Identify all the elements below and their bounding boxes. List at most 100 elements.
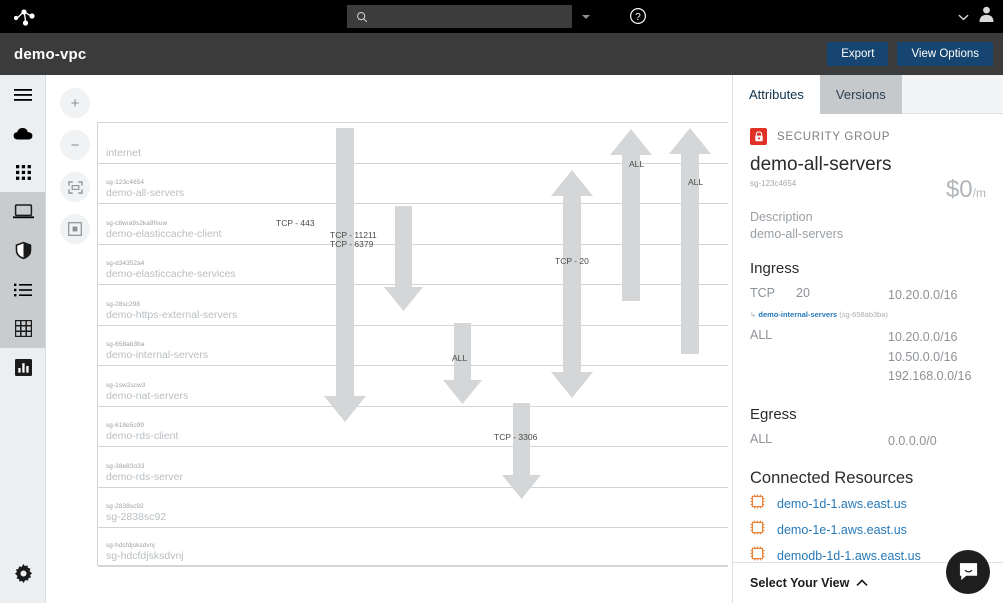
security-group-name: demo-elasticcache-services — [106, 268, 236, 280]
cloud-icon[interactable] — [0, 114, 46, 153]
security-group-id: sg-hdcfdjsksdvnj — [106, 542, 155, 549]
security-group-row[interactable]: sg-1sw2scw3 demo-nat-servers — [98, 366, 728, 407]
panel-tabs: Attributes Versions — [733, 75, 1003, 114]
shield-icon[interactable] — [0, 231, 46, 270]
network-nodes-logo[interactable] — [0, 0, 50, 33]
rule-row: ALL 10.20.0.0/16 10.50.0.0/16 192.168.0.0/1… — [750, 328, 986, 386]
rule-cidr: 10.20.0.0/16 — [888, 330, 958, 345]
search-input[interactable] — [374, 10, 564, 23]
security-group-id: sg-d34352a4 — [106, 260, 145, 267]
price-unit: /m — [972, 186, 986, 200]
top-bar: ? — [0, 0, 1003, 33]
list-icon[interactable] — [0, 270, 46, 309]
apps-grid-icon[interactable] — [0, 153, 46, 192]
security-group-row[interactable]: sg-c8wıa9s2ka9fiıuw demo-elasticcache-cli… — [98, 204, 728, 245]
chat-bubble-icon[interactable] — [946, 550, 990, 594]
rule-cidr: 192.168.0.0/16 — [888, 369, 972, 384]
security-group-row[interactable]: sg-38e83o33 demo-rds-server — [98, 447, 728, 488]
security-group-id: sg-c8wıa9s2ka9fiıuw — [106, 220, 168, 227]
search-area — [347, 5, 591, 28]
tab-attributes[interactable]: Attributes — [733, 75, 820, 114]
rule-source: ↳ demo-internal-servers (sg-658ab3ba) — [750, 310, 986, 319]
security-group-row[interactable]: sg-2838sc92 sg-2838sc92 — [98, 488, 728, 528]
connection-label: TCP - 20 — [555, 256, 589, 266]
security-group-id: sg-2838sc92 — [106, 503, 144, 510]
rule-protocol: ALL — [750, 328, 773, 343]
rule-protocol: ALL — [750, 431, 773, 446]
security-group-id: sg-38e83o33 — [106, 463, 145, 470]
rule-cidr-list: 10.20.0.0/16 10.50.0.0/16 192.168.0.0/16 — [888, 328, 971, 386]
security-group-name: demo-internal-servers — [106, 349, 209, 361]
select-your-view-label: Select Your View — [750, 576, 850, 590]
tab-versions[interactable]: Versions — [819, 75, 902, 114]
security-group-name: internet — [106, 147, 142, 159]
resource-type-badge: SECURITY GROUP — [750, 128, 986, 145]
chart-icon[interactable] — [0, 348, 46, 387]
connection-label: ALL — [688, 177, 704, 187]
gear-icon[interactable] — [0, 554, 46, 593]
security-group-row[interactable]: sg-hdcfdjsksdvnj sg-hdcfdjsksdvnj — [98, 528, 728, 567]
security-group-id: sg-658ab3ba — [106, 341, 145, 348]
security-group-name: sg-hdcfdjsksdvnj — [106, 550, 184, 562]
price-amount: $0 — [945, 176, 973, 203]
security-group-row[interactable]: sg-28sc298 demo-https-external-servers — [98, 285, 728, 326]
ingress-heading: Ingress — [750, 260, 800, 277]
rule-source-id: (sg-658ab3ba) — [837, 310, 889, 320]
details-panel: Attributes Versions SECURITY GROUP demo-… — [732, 75, 1003, 603]
price-label: $0/m — [946, 176, 986, 204]
security-group-row[interactable]: sg-d34352a4 demo-elasticcache-services — [98, 245, 728, 285]
security-group-id: sg-1sw2scw3 — [106, 382, 146, 389]
sub-bar: demo-vpc Export View Options — [0, 33, 1003, 75]
laptop-icon[interactable] — [0, 192, 46, 231]
help-circle-icon[interactable]: ? — [629, 7, 647, 30]
view-options-button[interactable]: View Options — [897, 42, 993, 66]
table-icon[interactable] — [0, 309, 46, 348]
connection-label: TCP - 11211 TCP - 6379 — [330, 230, 377, 249]
instance-icon — [750, 494, 765, 514]
security-group-row[interactable]: sg-123c4654 demo-all-servers — [98, 164, 728, 204]
export-button[interactable]: Export — [827, 42, 889, 66]
security-group-name: demo-all-servers — [106, 187, 185, 199]
security-group-id: sg-618e5c99 — [106, 422, 145, 429]
zoom-in-button[interactable]: + — [60, 88, 90, 118]
connection-label: ALL — [452, 353, 468, 363]
chevron-up-icon — [856, 574, 868, 592]
security-group-row[interactable]: sg-618e5c99 demo-rds-client — [98, 407, 728, 447]
security-group-name: demo-https-external-servers — [106, 309, 238, 321]
connected-resource-link[interactable]: demo-1e-1.aws.east.us — [777, 523, 907, 537]
search-caret-down-icon[interactable] — [581, 8, 591, 26]
connection-label: TCP - 3306 — [494, 432, 538, 442]
connected-resource-item[interactable]: demo-1d-1.aws.east.us — [750, 494, 986, 514]
rule-protocol: TCP — [750, 286, 775, 300]
search-icon — [356, 11, 368, 22]
diagram-canvas[interactable]: + − internet sg-123c4654 demo-all-servers s… — [46, 75, 732, 603]
rule-cidr: 0.0.0.0/0 — [888, 433, 937, 448]
center-target-icon[interactable] — [60, 214, 90, 244]
rule-port — [796, 328, 888, 386]
security-group-name: sg-2838sc92 — [106, 511, 167, 523]
security-group-name: demo-elasticcache-client — [106, 228, 222, 240]
connected-resource-item[interactable]: demo-1e-1.aws.east.us — [750, 520, 986, 540]
connected-resource-link[interactable]: demo-1d-1.aws.east.us — [777, 497, 907, 511]
lock-icon — [750, 128, 767, 145]
page-title: demo-vpc — [14, 45, 87, 63]
rule-row: TCP 20 10.20.0.0/16 — [750, 286, 986, 305]
user-avatar-icon[interactable] — [978, 5, 995, 28]
account-chevron-down-icon[interactable] — [958, 8, 969, 26]
menu-icon[interactable] — [0, 75, 46, 114]
badge-label: SECURITY GROUP — [777, 130, 891, 143]
rule-port — [796, 432, 888, 451]
rule-cidr: 10.50.0.0/16 — [888, 349, 958, 364]
security-group-row[interactable]: sg-658ab3ba demo-internal-servers — [98, 326, 728, 366]
egress-rules: ALL 0.0.0.0/0 — [750, 432, 986, 451]
panel-body: SECURITY GROUP demo-all-servers sg-123c4… — [733, 114, 1003, 562]
fit-to-screen-icon[interactable] — [60, 172, 90, 202]
connected-resources-heading: Connected Resources — [750, 468, 914, 487]
search-box[interactable] — [347, 5, 572, 28]
security-group-matrix: internet sg-123c4654 demo-all-servers sg-c8… — [97, 122, 728, 567]
security-group-row[interactable]: internet — [98, 123, 728, 164]
zoom-out-button[interactable]: − — [60, 130, 90, 160]
security-group-id: sg-28sc298 — [106, 301, 141, 308]
rule-source-link[interactable]: demo-internal-servers — [758, 310, 837, 319]
connected-resource-link[interactable]: demodb-1d-1.aws.east.us — [777, 549, 921, 562]
